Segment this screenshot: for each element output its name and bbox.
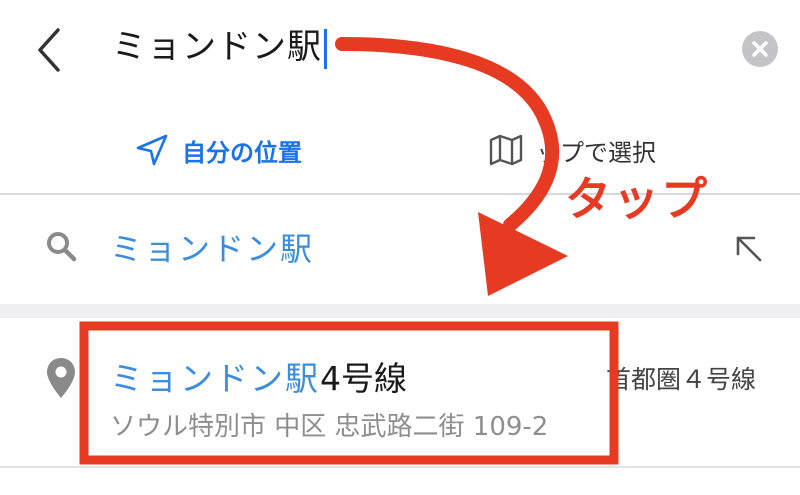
search-input[interactable]: ミョンドン駅: [112, 22, 327, 72]
my-location-label: 自分の位置: [182, 138, 302, 167]
chevron-left-icon: [38, 28, 60, 72]
text-cursor: [324, 28, 327, 69]
arrow-up-left-icon[interactable]: [728, 228, 768, 268]
clear-button[interactable]: [742, 31, 778, 67]
navigation-arrow-icon: [136, 134, 168, 166]
search-query-text: ミョンドン駅: [112, 27, 322, 67]
place-name: ミョンドン駅4号線: [110, 352, 407, 400]
place-result-row[interactable]: ミョンドン駅4号線 首都圏４号線 ソウル特別市 中区 忠武路二街 109-2: [0, 318, 800, 468]
map-icon: [489, 134, 523, 166]
suggestion-text: ミョンドン駅: [110, 230, 315, 268]
my-location-button[interactable]: 自分の位置: [134, 130, 302, 170]
transit-line-label: 首都圏４号線: [606, 365, 757, 394]
search-header: ミョンドン駅: [0, 0, 800, 100]
location-pin-icon: [47, 358, 75, 398]
tap-annotation-label: タップ: [565, 172, 709, 226]
place-address: ソウル特別市 中区 忠武路二街 109-2: [110, 412, 549, 442]
back-button[interactable]: [30, 22, 74, 78]
place-name-rest: 4号線: [320, 359, 407, 398]
section-gap: [0, 304, 800, 318]
search-icon: [47, 232, 77, 262]
close-icon: [752, 41, 768, 57]
divider: [0, 466, 800, 468]
place-name-highlight: ミョンドン駅: [110, 359, 320, 398]
